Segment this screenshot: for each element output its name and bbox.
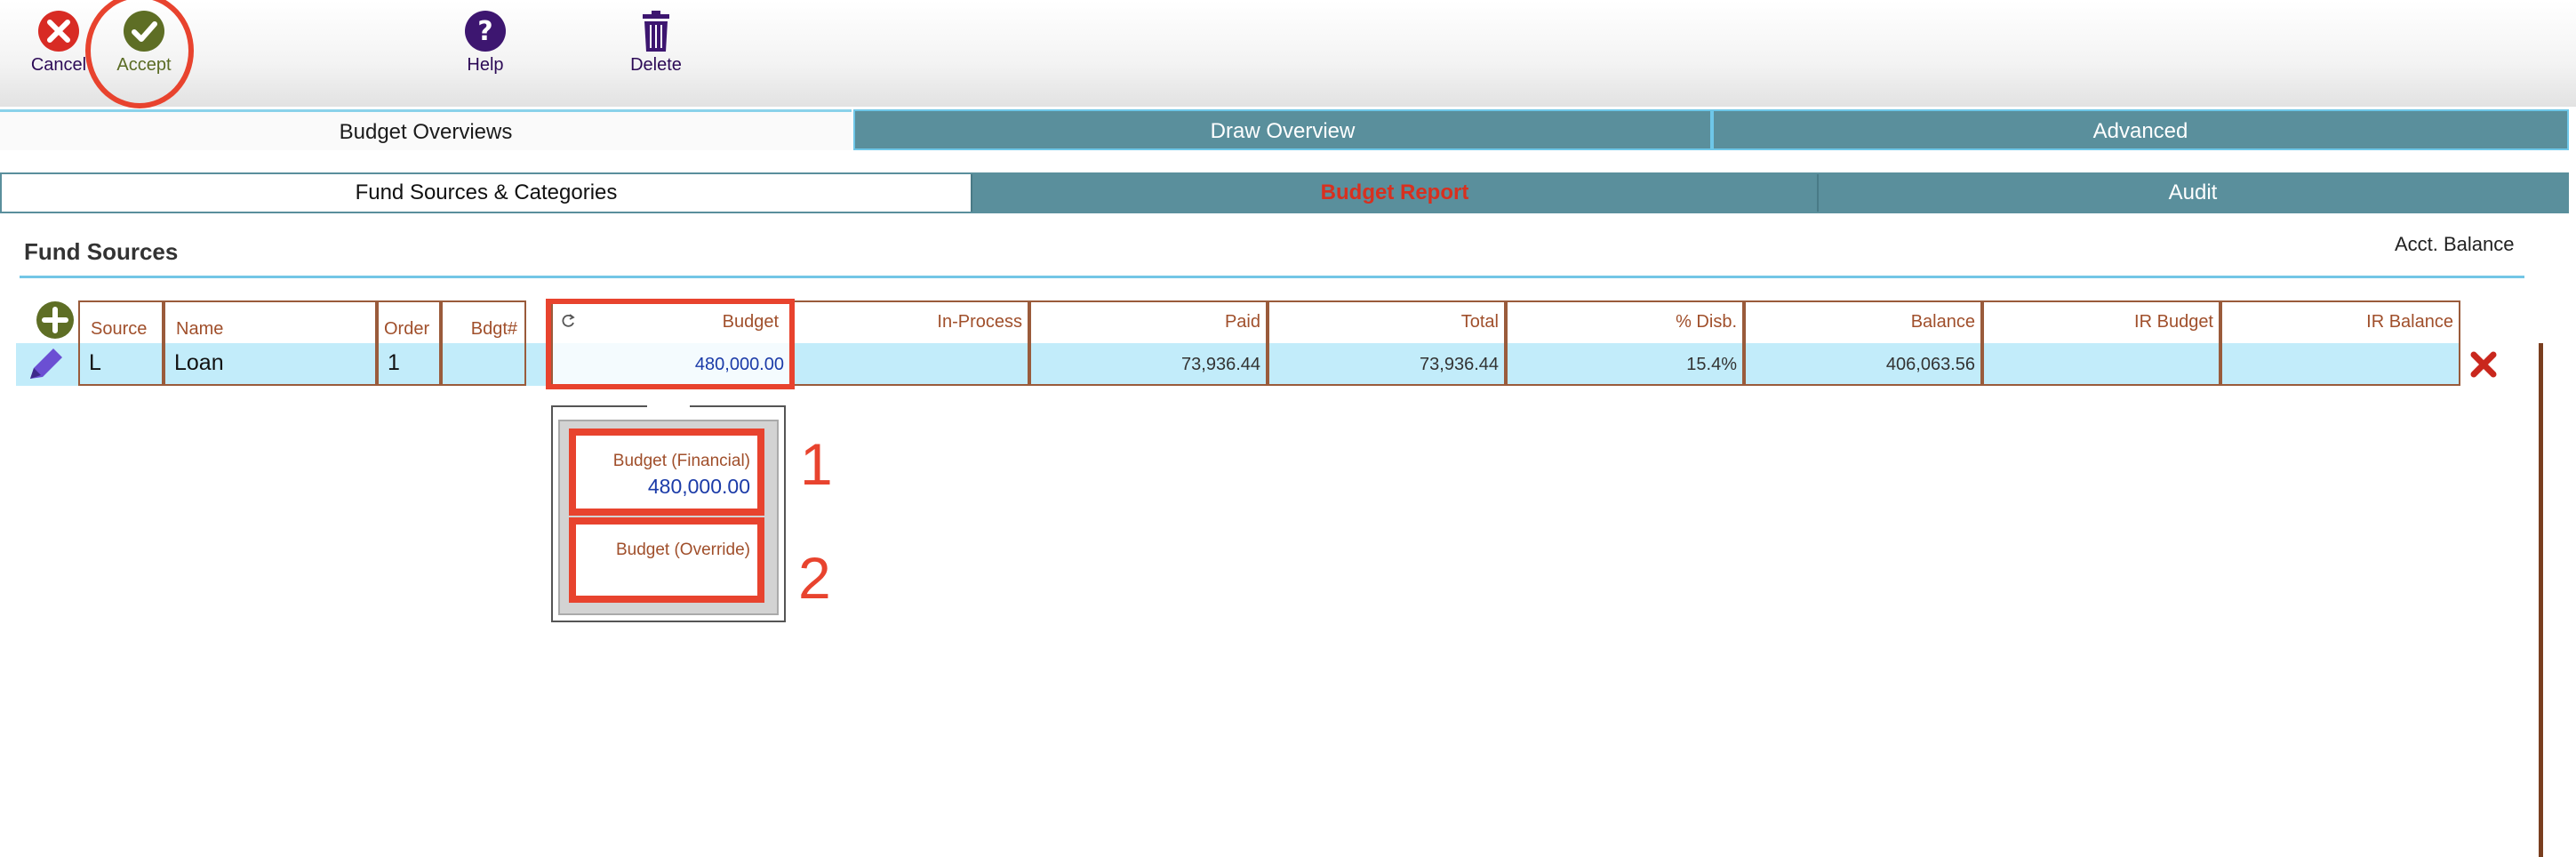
cell-bdgt[interactable] [441,343,526,386]
toolbar: Cancel Accept ? Help Delete [0,0,2576,108]
header-total: Total [1268,300,1506,343]
primary-tabs: Budget Overviews Draw Overview Advanced [0,109,2569,152]
header-ir-balance: IR Balance [2220,300,2460,343]
edit-row-button[interactable] [23,343,68,386]
accept-highlight-circle [85,0,194,108]
cell-order[interactable]: 1 [377,343,441,386]
tab-advanced[interactable]: Advanced [1712,109,2569,150]
cell-paid: 73,936.44 [1029,343,1268,386]
header-in-process: In-Process [791,300,1029,343]
header-bdgt: Bdgt# [441,300,526,343]
tab-budget-overviews[interactable]: Budget Overviews [0,109,852,150]
budget-highlight-box [546,299,795,389]
help-button[interactable]: ? Help [423,9,548,80]
acct-balance-label: Acct. Balance [2395,233,2515,255]
pencil-icon [30,348,62,379]
delete-label: Delete [630,55,682,75]
header-balance: Balance [1744,300,1982,343]
cancel-icon [36,9,81,53]
cell-ir-budget [1982,343,2220,386]
header-pct-disb: % Disb. [1506,300,1744,343]
help-icon: ? [463,9,508,53]
budget-financial-value: 480,000.00 [647,475,750,498]
header-order: Order [377,300,441,343]
panel-right-border [2539,343,2543,857]
tab-budget-report[interactable]: Budget Report [971,174,1817,212]
header-name: Name [164,300,377,343]
cell-in-process [791,343,1029,386]
header-ir-budget: IR Budget [1982,300,2220,343]
budget-override-label: Budget (Override) [615,541,750,559]
cell-total: 73,936.44 [1268,343,1506,386]
cell-source[interactable]: L [78,343,164,386]
header-paid: Paid [1029,300,1268,343]
section-title: Fund Sources [24,238,179,265]
cell-balance: 406,063.56 [1744,343,1982,386]
delete-row-button[interactable] [2469,350,2498,379]
budget-financial-label: Budget (Financial) [612,452,750,470]
secondary-tabs: Fund Sources & Categories Budget Report … [0,172,2569,213]
annotation-marker-2: 2 [798,545,831,611]
tab-draw-overview[interactable]: Draw Overview [853,109,1712,150]
plus-icon [36,301,74,339]
header-source: Source [78,300,164,343]
section-divider [20,276,2524,278]
trash-icon [634,9,678,53]
annotation-marker-1: 1 [800,431,833,497]
svg-text:?: ? [477,16,492,47]
cell-name[interactable]: Loan [164,343,377,386]
cell-pct-disb: 15.4% [1506,343,1744,386]
add-fund-source-button[interactable] [36,300,75,340]
budget-override-field[interactable]: Budget (Override) [569,517,764,603]
cell-ir-balance [2220,343,2460,386]
help-label: Help [467,55,504,75]
tab-audit[interactable]: Audit [1817,174,2567,212]
close-icon [2470,351,2497,378]
popup-notch [647,398,690,411]
budget-financial-field[interactable]: Budget (Financial) 480,000.00 [569,428,764,516]
tab-fund-sources-categories[interactable]: Fund Sources & Categories [2,174,971,212]
delete-button[interactable]: Delete [594,9,718,80]
